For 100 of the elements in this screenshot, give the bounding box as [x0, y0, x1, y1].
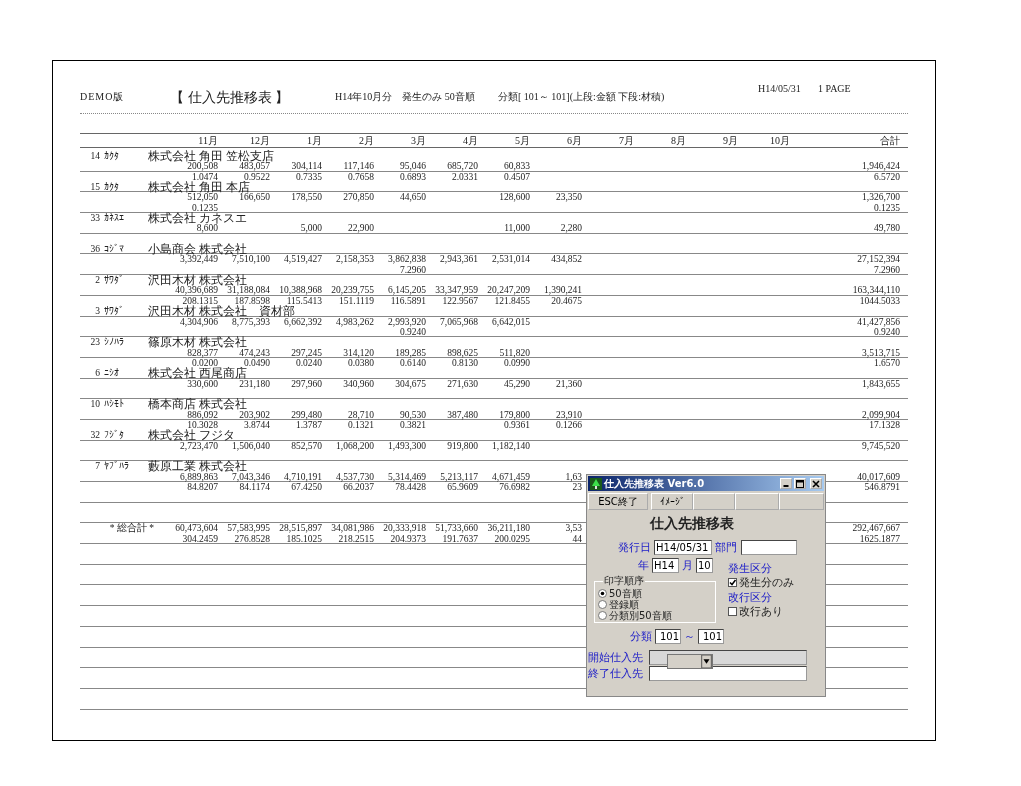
date-field[interactable]: H14/05/31 — [654, 540, 712, 555]
table-cell: 121.8455 — [494, 295, 530, 306]
table-cell: 95,046 — [399, 161, 426, 172]
table-cell: 7.2960 — [873, 264, 900, 275]
supplier-code: 6 — [94, 368, 100, 378]
category-from-field[interactable]: 101 — [655, 629, 681, 644]
table-cell: 40,017,609 — [857, 471, 900, 482]
supplier-kana: ｼﾉﾊﾗ — [104, 337, 125, 348]
table-cell: 4,304,906 — [180, 316, 218, 327]
table-cell: 28,710 — [347, 409, 374, 420]
checkbox-option[interactable]: 改行あり — [728, 606, 794, 617]
column-header: 合計 — [880, 135, 900, 146]
table-cell: 0.7335 — [295, 171, 322, 182]
table-cell: 0.0380 — [347, 357, 374, 368]
table-cell: 4,710,191 — [284, 471, 322, 482]
dropdown-field[interactable] — [667, 654, 713, 669]
table-cell: 44,650 — [399, 192, 426, 203]
table-cell: 0.1235 — [191, 202, 218, 213]
supplier-code: 33 — [89, 213, 100, 224]
supplier-field[interactable] — [649, 666, 807, 681]
table-cell: 0.0200 — [191, 357, 218, 368]
table-cell: 44 — [572, 533, 582, 544]
table-cell: 179,800 — [499, 409, 530, 420]
table-cell: 1,326,700 — [862, 192, 900, 203]
month-field[interactable]: 10 — [696, 558, 713, 573]
table-cell: 7.2960 — [399, 264, 426, 275]
supplier-kana: ｶｸﾀ — [104, 151, 120, 162]
maximize-button[interactable] — [794, 478, 806, 489]
table-cell: 78.4428 — [395, 482, 426, 492]
toolbar-button[interactable]: ESC終了 — [588, 493, 648, 510]
supplier-name: 篠原木材 株式会社 — [148, 337, 247, 348]
table-cell: 36,211,180 — [487, 523, 530, 534]
supplier-name: 株式会社 カネスエ — [148, 213, 247, 224]
table-cell: 483,057 — [239, 161, 270, 172]
column-header: 8月 — [671, 135, 686, 146]
table-cell: 1,068,200 — [336, 440, 374, 451]
department-field[interactable] — [741, 540, 797, 555]
column-header: 3月 — [411, 135, 426, 146]
field-label: 年 — [638, 558, 649, 573]
table-cell: 31,188,084 — [227, 285, 270, 296]
supplier-kana: ｺｼﾞﾏ — [104, 244, 125, 254]
table-cell: 0.1266 — [555, 419, 582, 430]
table-cell: 271,630 — [447, 378, 478, 389]
table-cell: 7,065,968 — [440, 316, 478, 327]
table-cell: 0.0990 — [503, 357, 530, 368]
classification-label: 分類[ 101～ 101](上段:金額 下段:材積) — [498, 90, 666, 104]
checkbox-option[interactable]: 発生分のみ — [728, 577, 794, 588]
field-label: 発行日 — [618, 540, 651, 555]
table-cell: 2,943,361 — [440, 254, 478, 265]
radio-option[interactable]: 50音順 — [598, 588, 715, 599]
table-cell: 28,515,897 — [279, 523, 322, 534]
table-cell: 0.6140 — [399, 357, 426, 368]
table-cell: 1044.5033 — [859, 295, 900, 306]
table-cell: 852,570 — [291, 440, 322, 451]
table-cell: 292,467,667 — [852, 523, 900, 534]
supplier-kana: ｻﾜﾀﾞ — [104, 306, 125, 316]
table-cell: 297,245 — [291, 347, 322, 358]
table-cell: 919,800 — [447, 440, 478, 451]
table-cell: 84.1174 — [239, 482, 270, 492]
table-cell: 828,377 — [187, 347, 218, 358]
supplier-name: 小島商会 株式会社 — [148, 244, 247, 254]
close-icon — [812, 479, 820, 488]
table-cell: 8,600 — [196, 223, 218, 234]
column-header: 9月 — [723, 135, 738, 146]
column-header: 2月 — [359, 135, 374, 146]
tree-icon — [590, 477, 602, 490]
table-cell: 1,182,140 — [492, 440, 530, 451]
section-label: 発生区分 — [728, 561, 773, 576]
radio-option[interactable]: 分類別50音順 — [598, 610, 715, 621]
table-cell: 67.4250 — [291, 482, 322, 492]
supplier-code: 23 — [89, 337, 100, 348]
table-cell: 115.5413 — [286, 295, 322, 306]
table-cell: 3,392,449 — [180, 254, 218, 265]
table-cell: 297,960 — [291, 378, 322, 389]
table-cell: 3,513,715 — [862, 347, 900, 358]
supplier-kana: ｶﾈｽｴ — [104, 213, 125, 224]
table-cell: 17.1328 — [869, 419, 900, 430]
toolbar-button[interactable]: ｲﾒｰｼﾞ — [651, 493, 693, 510]
table-cell: 128,600 — [499, 192, 530, 203]
table-cell: 4,519,427 — [284, 254, 322, 265]
table-cell: 6,145,205 — [388, 285, 426, 296]
table-cell: 1,493,300 — [388, 440, 426, 451]
table-cell: 304,114 — [291, 161, 322, 172]
table-cell: 0.9240 — [873, 326, 900, 337]
minimize-button[interactable] — [780, 478, 792, 489]
table-cell: 0.4507 — [503, 171, 530, 182]
table-cell: 5,314,469 — [388, 471, 426, 482]
year-field[interactable]: H14 — [652, 558, 679, 573]
supplier-name: 沢田木材 株式会社 — [148, 275, 247, 286]
table-cell: 20,333,918 — [383, 523, 426, 534]
supplier-name: 株式会社 角田 笠松支店 — [148, 151, 274, 162]
column-header: 5月 — [515, 135, 530, 146]
category-to-field[interactable]: 101 — [698, 629, 724, 644]
close-button[interactable] — [810, 478, 822, 489]
radio-option[interactable]: 登録順 — [598, 599, 715, 610]
window-title: 仕入先推移表 Ver6.0 — [604, 476, 706, 491]
table-cell: 122.9567 — [442, 295, 478, 306]
supplier-code: 10 — [89, 399, 100, 410]
table-cell: 511,820 — [499, 347, 530, 358]
table-cell: 163,344,110 — [852, 285, 900, 296]
